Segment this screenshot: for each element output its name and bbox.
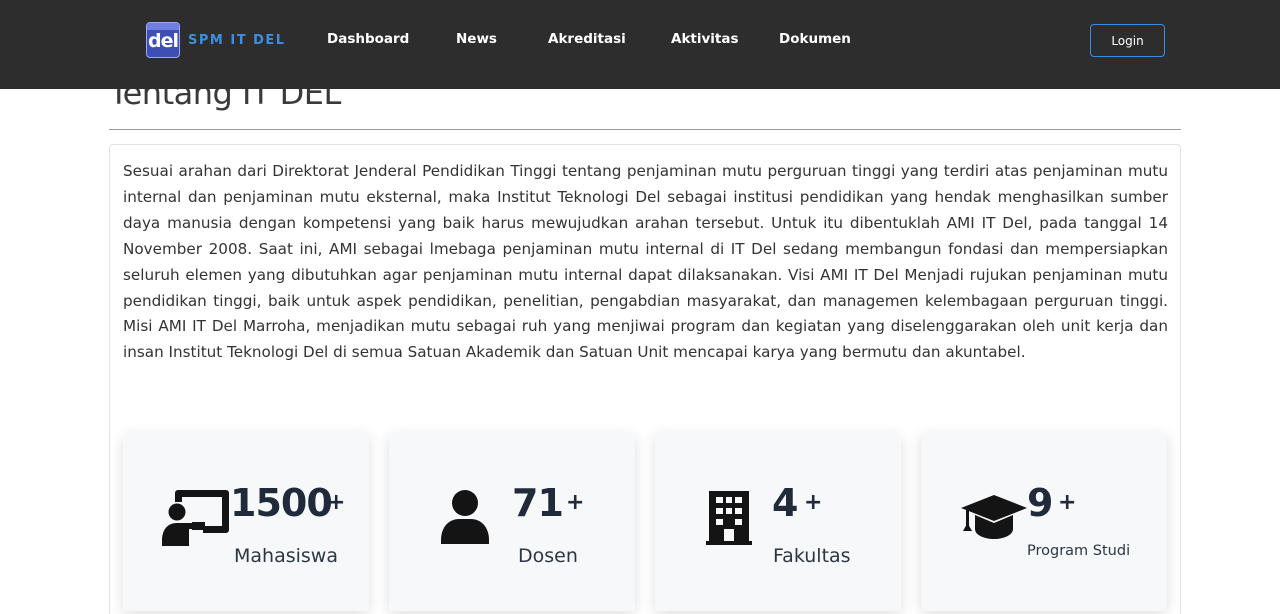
user-icon [441,490,489,544]
stat-card-program-studi: 9 + Program Studi [921,433,1167,611]
nav-dashboard[interactable]: Dashboard [327,31,409,47]
teacher-board-icon [162,490,229,546]
top-navbar: del SPM IT DEL Dashboard News Akreditasi… [0,0,1280,89]
del-logo: del [146,22,180,58]
nav-aktivitas[interactable]: Aktivitas [671,31,739,47]
stat-label-dosen: Dosen [518,545,578,567]
nav-news[interactable]: News [456,31,497,47]
about-paragraph: Sesuai arahan dari Direktorat Jenderal P… [123,162,1168,362]
stat-value-mahasiswa: 1500 [230,481,333,525]
building-icon [706,491,752,545]
stat-value-program-studi: 9 [1027,481,1053,525]
stat-card-mahasiswa: 1500 + Mahasiswa [123,433,369,611]
stat-label-program-studi: Program Studi [1027,543,1131,559]
brand-name: SPM IT DEL [188,32,286,48]
stat-label-fakultas: Fakultas [773,545,851,567]
stat-value-fakultas: 4 [772,481,798,525]
about-card: Sesuai arahan dari Direktorat Jenderal P… [109,144,1181,614]
title-divider [109,129,1181,130]
stat-plus-mahasiswa: + [327,490,346,515]
stat-value-dosen: 71 [512,481,564,525]
brand-link[interactable]: del SPM IT DEL [146,22,286,58]
nav-akreditasi[interactable]: Akreditasi [548,31,626,47]
stat-plus-dosen: + [566,490,585,515]
nav-dokumen[interactable]: Dokumen [779,31,851,47]
stat-card-fakultas: 4 + Fakultas [655,433,901,611]
stat-card-dosen: 71 + Dosen [389,433,635,611]
login-button[interactable]: Login [1090,24,1165,57]
stat-plus-fakultas: + [804,490,823,515]
graduation-cap-icon [961,495,1027,539]
stat-plus-program-studi: + [1058,490,1077,515]
stat-label-mahasiswa: Mahasiswa [234,545,338,567]
